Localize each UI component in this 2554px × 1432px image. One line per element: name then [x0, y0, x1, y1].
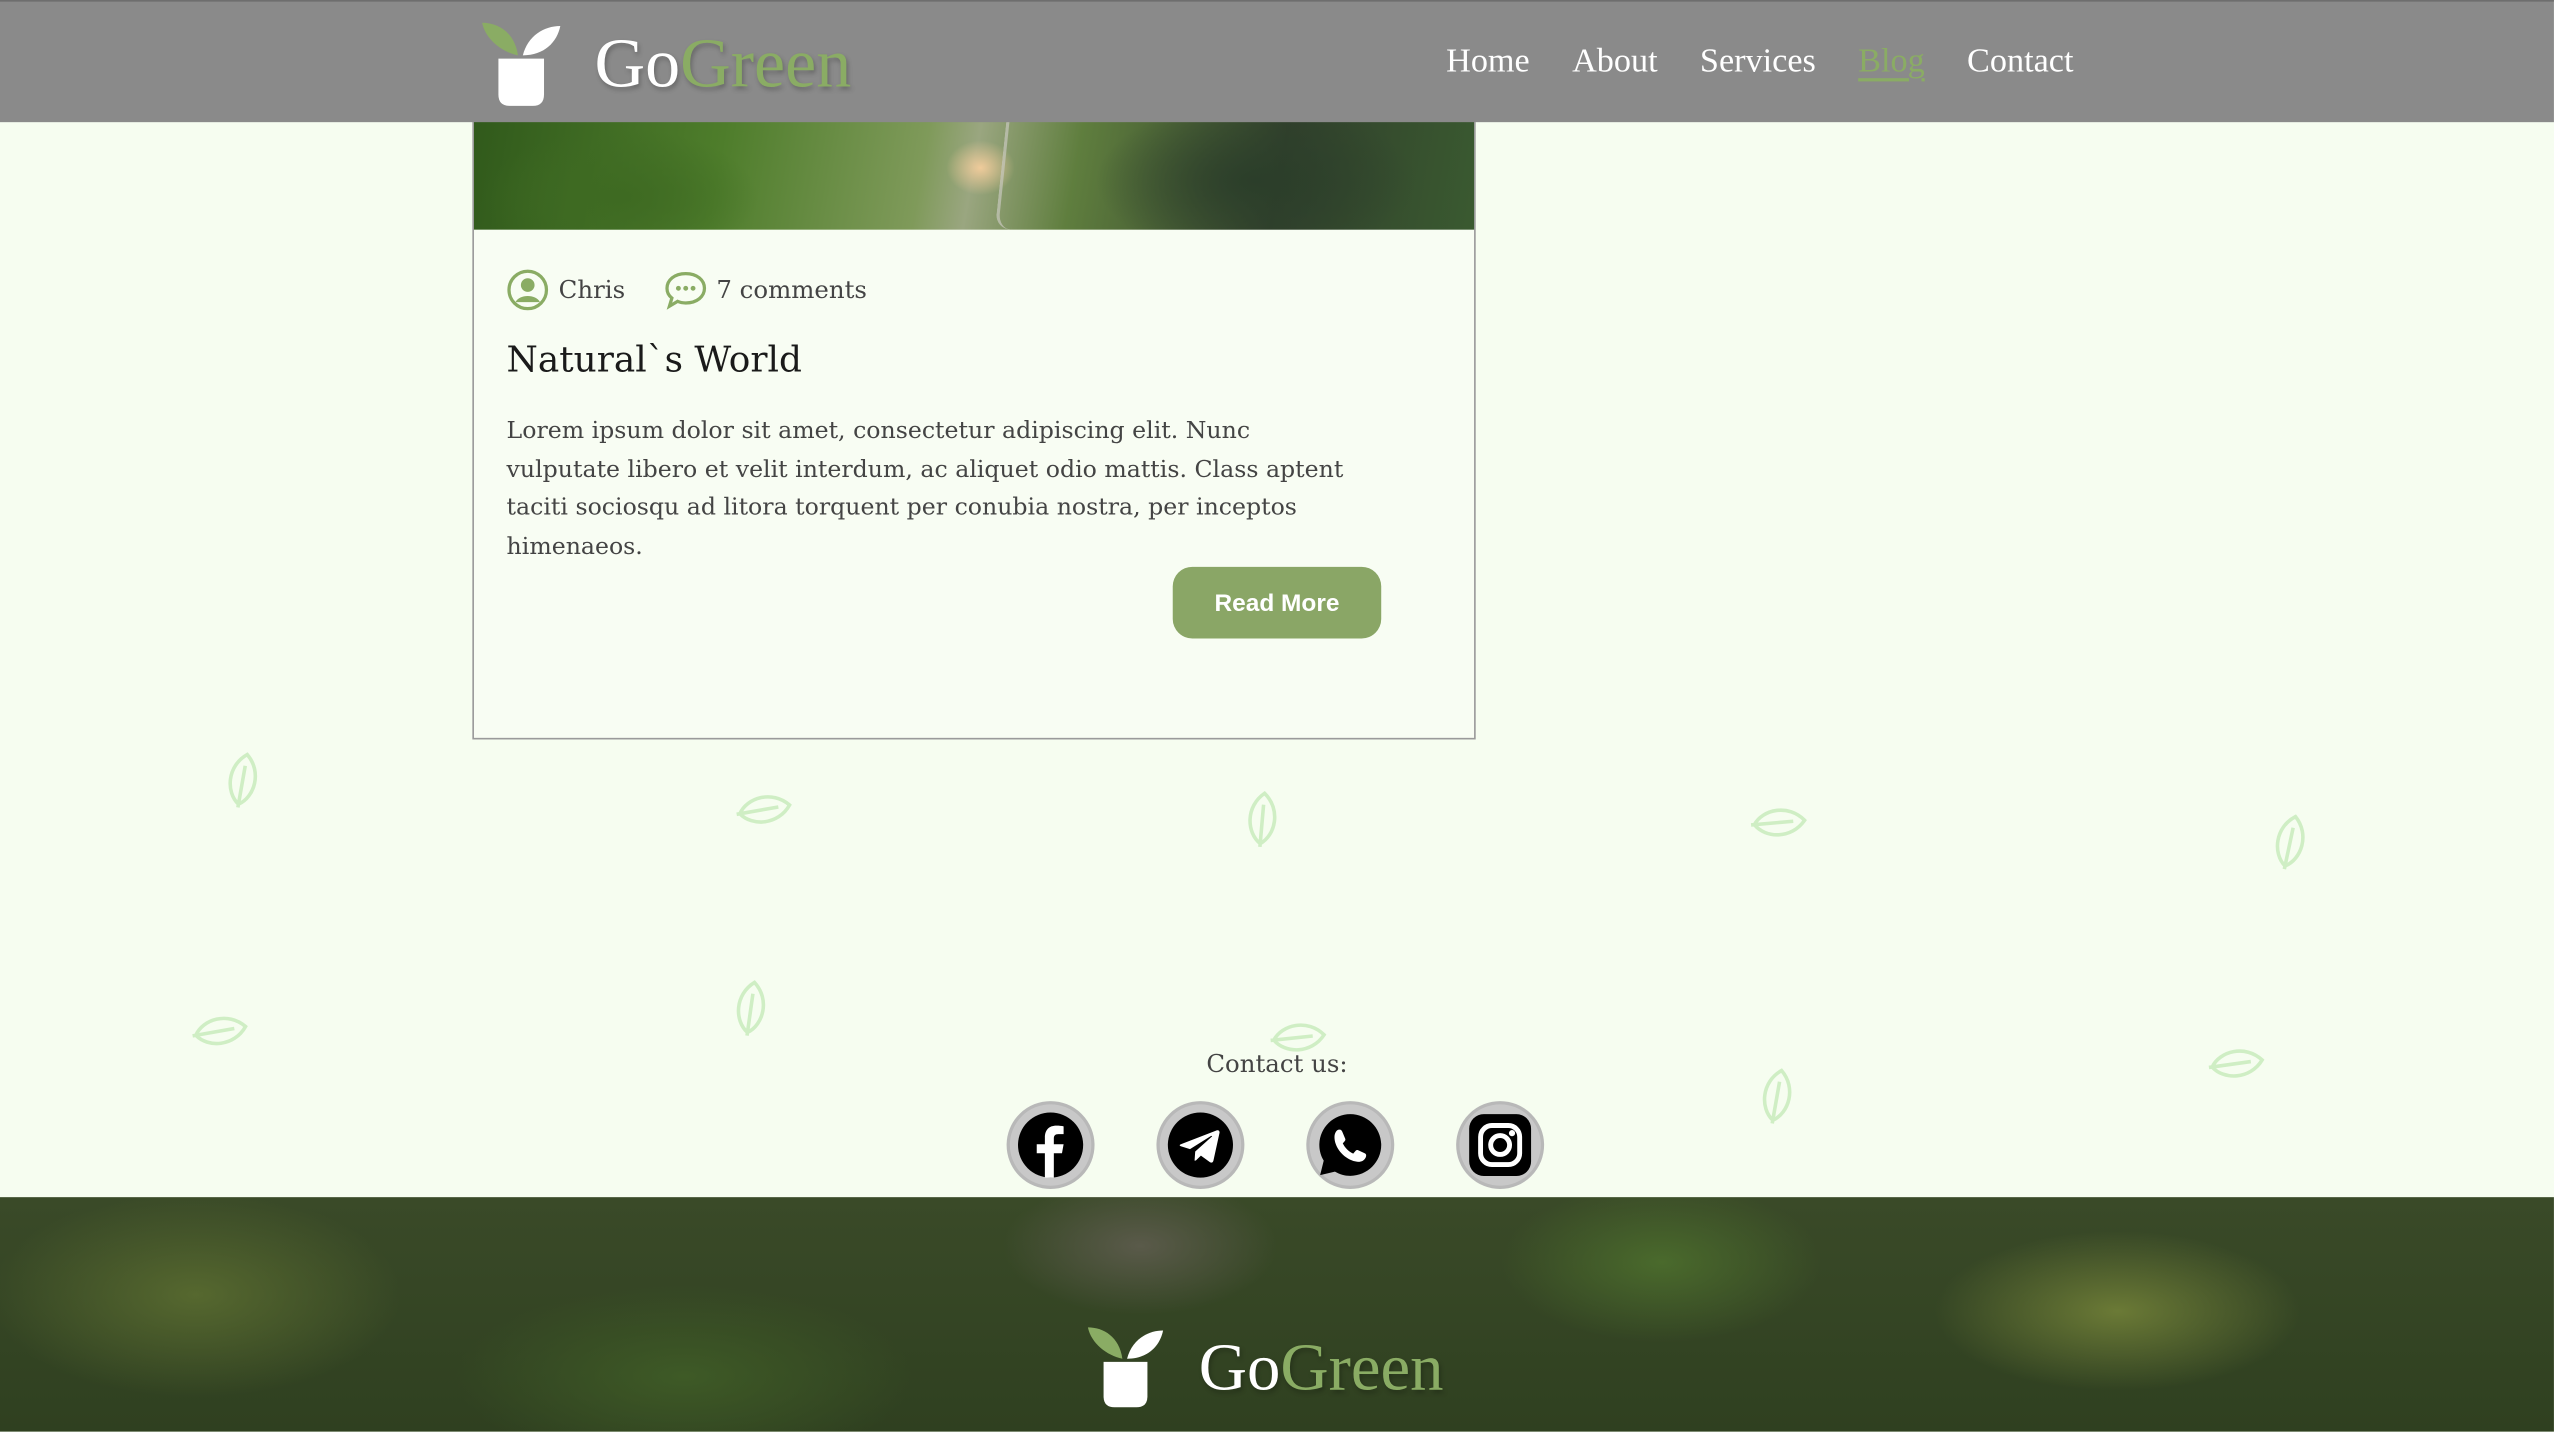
footer-logo-text: GoGreen — [1199, 1332, 1444, 1400]
contact-label: Contact us: — [1206, 1048, 1348, 1079]
logo-text-green: Green — [1280, 1328, 1444, 1404]
whatsapp-icon — [1319, 1114, 1382, 1176]
logo-text-go: Go — [594, 25, 681, 102]
user-icon — [507, 269, 549, 311]
leaf-decoration-icon — [228, 752, 258, 808]
instagram-icon — [1469, 1114, 1532, 1176]
telegram-link[interactable] — [1156, 1101, 1245, 1190]
read-more-button[interactable]: Read More — [1172, 566, 1382, 639]
leaf-decoration-icon — [2275, 814, 2305, 870]
leaf-decoration-icon — [1750, 808, 1807, 837]
site-header: GoGreen Home About Services Blog Contact — [0, 0, 2554, 123]
post-author: Chris — [507, 269, 625, 311]
whatsapp-link[interactable] — [1306, 1101, 1395, 1190]
social-links — [1006, 1101, 1606, 1190]
header-logo-text: GoGreen — [595, 29, 852, 99]
page: GoGreen Home About Services Blog Contact — [0, 0, 2554, 1432]
nav-about[interactable]: About — [1572, 36, 1658, 85]
comment-icon — [665, 272, 706, 310]
nav-services[interactable]: Services — [1700, 36, 1816, 85]
leaf-decoration-icon — [1248, 791, 1277, 848]
main-nav: Home About Services Blog Contact — [1404, 36, 2073, 85]
plant-pot-logo-icon — [482, 22, 561, 106]
nav-contact[interactable]: Contact — [1967, 36, 2073, 85]
post-excerpt: Lorem ipsum dolor sit amet, consectetur … — [506, 418, 1344, 560]
site-footer: GoGreen — [0, 1197, 2554, 1432]
plant-pot-logo-icon — [1087, 1327, 1164, 1408]
facebook-icon — [1018, 1112, 1084, 1178]
leaf-decoration-icon — [736, 980, 766, 1036]
nav-blog[interactable]: Blog — [1858, 36, 1925, 85]
comment-count[interactable]: 7 comments — [716, 275, 867, 304]
blog-post-card: Chris 7 comments Natural`s World Lorem i… — [472, 97, 1476, 740]
instagram-link[interactable] — [1456, 1101, 1545, 1190]
logo-text-go: Go — [1198, 1328, 1281, 1404]
post-comments: 7 comments — [664, 269, 867, 311]
logo-text-green: Green — [680, 25, 852, 102]
nav-home[interactable]: Home — [1446, 36, 1530, 85]
facebook-link[interactable] — [1006, 1101, 1095, 1190]
post-title[interactable]: Natural`s World — [507, 340, 802, 381]
header-logo[interactable]: GoGreen — [479, 20, 851, 108]
telegram-icon — [1167, 1112, 1234, 1178]
leaf-decoration-icon — [736, 795, 792, 824]
post-meta: Chris 7 comments — [507, 269, 907, 311]
author-name[interactable]: Chris — [559, 275, 625, 304]
footer-logo[interactable]: GoGreen — [1085, 1324, 1444, 1409]
